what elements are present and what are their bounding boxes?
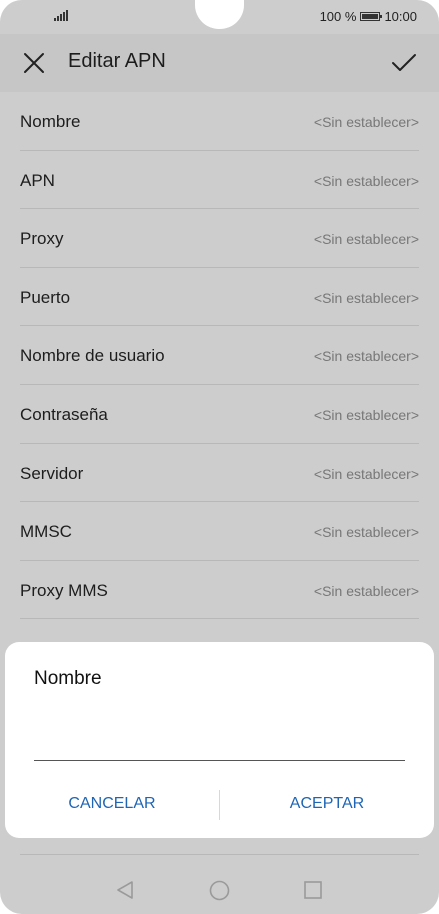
field-value: <Sin establecer>: [313, 465, 419, 482]
field-row-contrasena[interactable]: Contraseña <Sin establecer>: [0, 385, 439, 444]
divider: [20, 618, 419, 620]
nav-back-icon[interactable]: [115, 880, 135, 900]
field-label: Nombre: [20, 112, 81, 131]
field-value: <Sin establecer>: [313, 289, 419, 306]
field-row-mmsc[interactable]: MMSC <Sin establecer>: [0, 502, 439, 561]
field-value: <Sin establecer>: [313, 114, 419, 130]
phone-screen: 100 % 10:00 Editar APN Nombre <Sin estab…: [0, 0, 439, 914]
cancel-button[interactable]: CANCELAR: [5, 782, 219, 826]
camera-notch: [195, 0, 244, 29]
name-dialog: Nombre CANCELAR ACEPTAR: [5, 642, 434, 838]
clock: 10:00: [384, 9, 417, 24]
field-label: Servidor: [20, 463, 84, 483]
close-icon[interactable]: [22, 51, 46, 75]
battery-percent: 100 %: [319, 9, 357, 24]
field-row-apn[interactable]: APN <Sin establecer>: [0, 151, 439, 210]
signal-icon: [54, 9, 68, 21]
field-value: <Sin establecer>: [313, 348, 419, 365]
check-icon[interactable]: [391, 51, 417, 75]
field-label: Proxy MMS: [20, 580, 108, 600]
field-label: Contraseña: [20, 404, 108, 424]
field-row-proxy-mms[interactable]: Proxy MMS <Sin establecer>: [0, 561, 439, 620]
field-label: Puerto: [20, 287, 71, 307]
apn-field-list: Nombre <Sin establecer> APN <Sin estable…: [0, 92, 439, 620]
divider: [20, 854, 419, 855]
field-row-servidor[interactable]: Servidor <Sin establecer>: [0, 444, 439, 503]
nav-home-icon[interactable]: [209, 880, 230, 901]
field-value: <Sin establecer>: [313, 582, 419, 599]
field-row-nombre[interactable]: Nombre <Sin establecer>: [0, 92, 439, 151]
page-title: Editar APN: [68, 50, 166, 72]
field-value: <Sin establecer>: [313, 231, 419, 248]
field-row-puerto[interactable]: Puerto <Sin establecer>: [0, 268, 439, 327]
field-label: APN: [20, 170, 55, 190]
nav-recent-icon[interactable]: [304, 881, 322, 899]
field-label: MMSC: [20, 522, 72, 542]
battery-icon: [360, 12, 383, 21]
status-bar: 100 % 10:00: [0, 0, 439, 34]
field-row-nombre-usuario[interactable]: Nombre de usuario <Sin establecer>: [0, 326, 439, 385]
field-value: <Sin establecer>: [313, 524, 419, 541]
dialog-title: Nombre: [34, 668, 102, 689]
field-value: <Sin establecer>: [313, 406, 419, 423]
field-label: Proxy: [20, 229, 64, 249]
field-value: <Sin establecer>: [313, 172, 419, 189]
field-label: Nombre de usuario: [20, 346, 165, 366]
field-row-proxy[interactable]: Proxy <Sin establecer>: [0, 209, 439, 268]
accept-button[interactable]: ACEPTAR: [220, 782, 434, 826]
name-input[interactable]: [34, 738, 405, 761]
status-right: 100 % 10:00: [320, 9, 417, 24]
navigation-bar: [0, 860, 439, 914]
app-bar: Editar APN: [0, 34, 439, 92]
